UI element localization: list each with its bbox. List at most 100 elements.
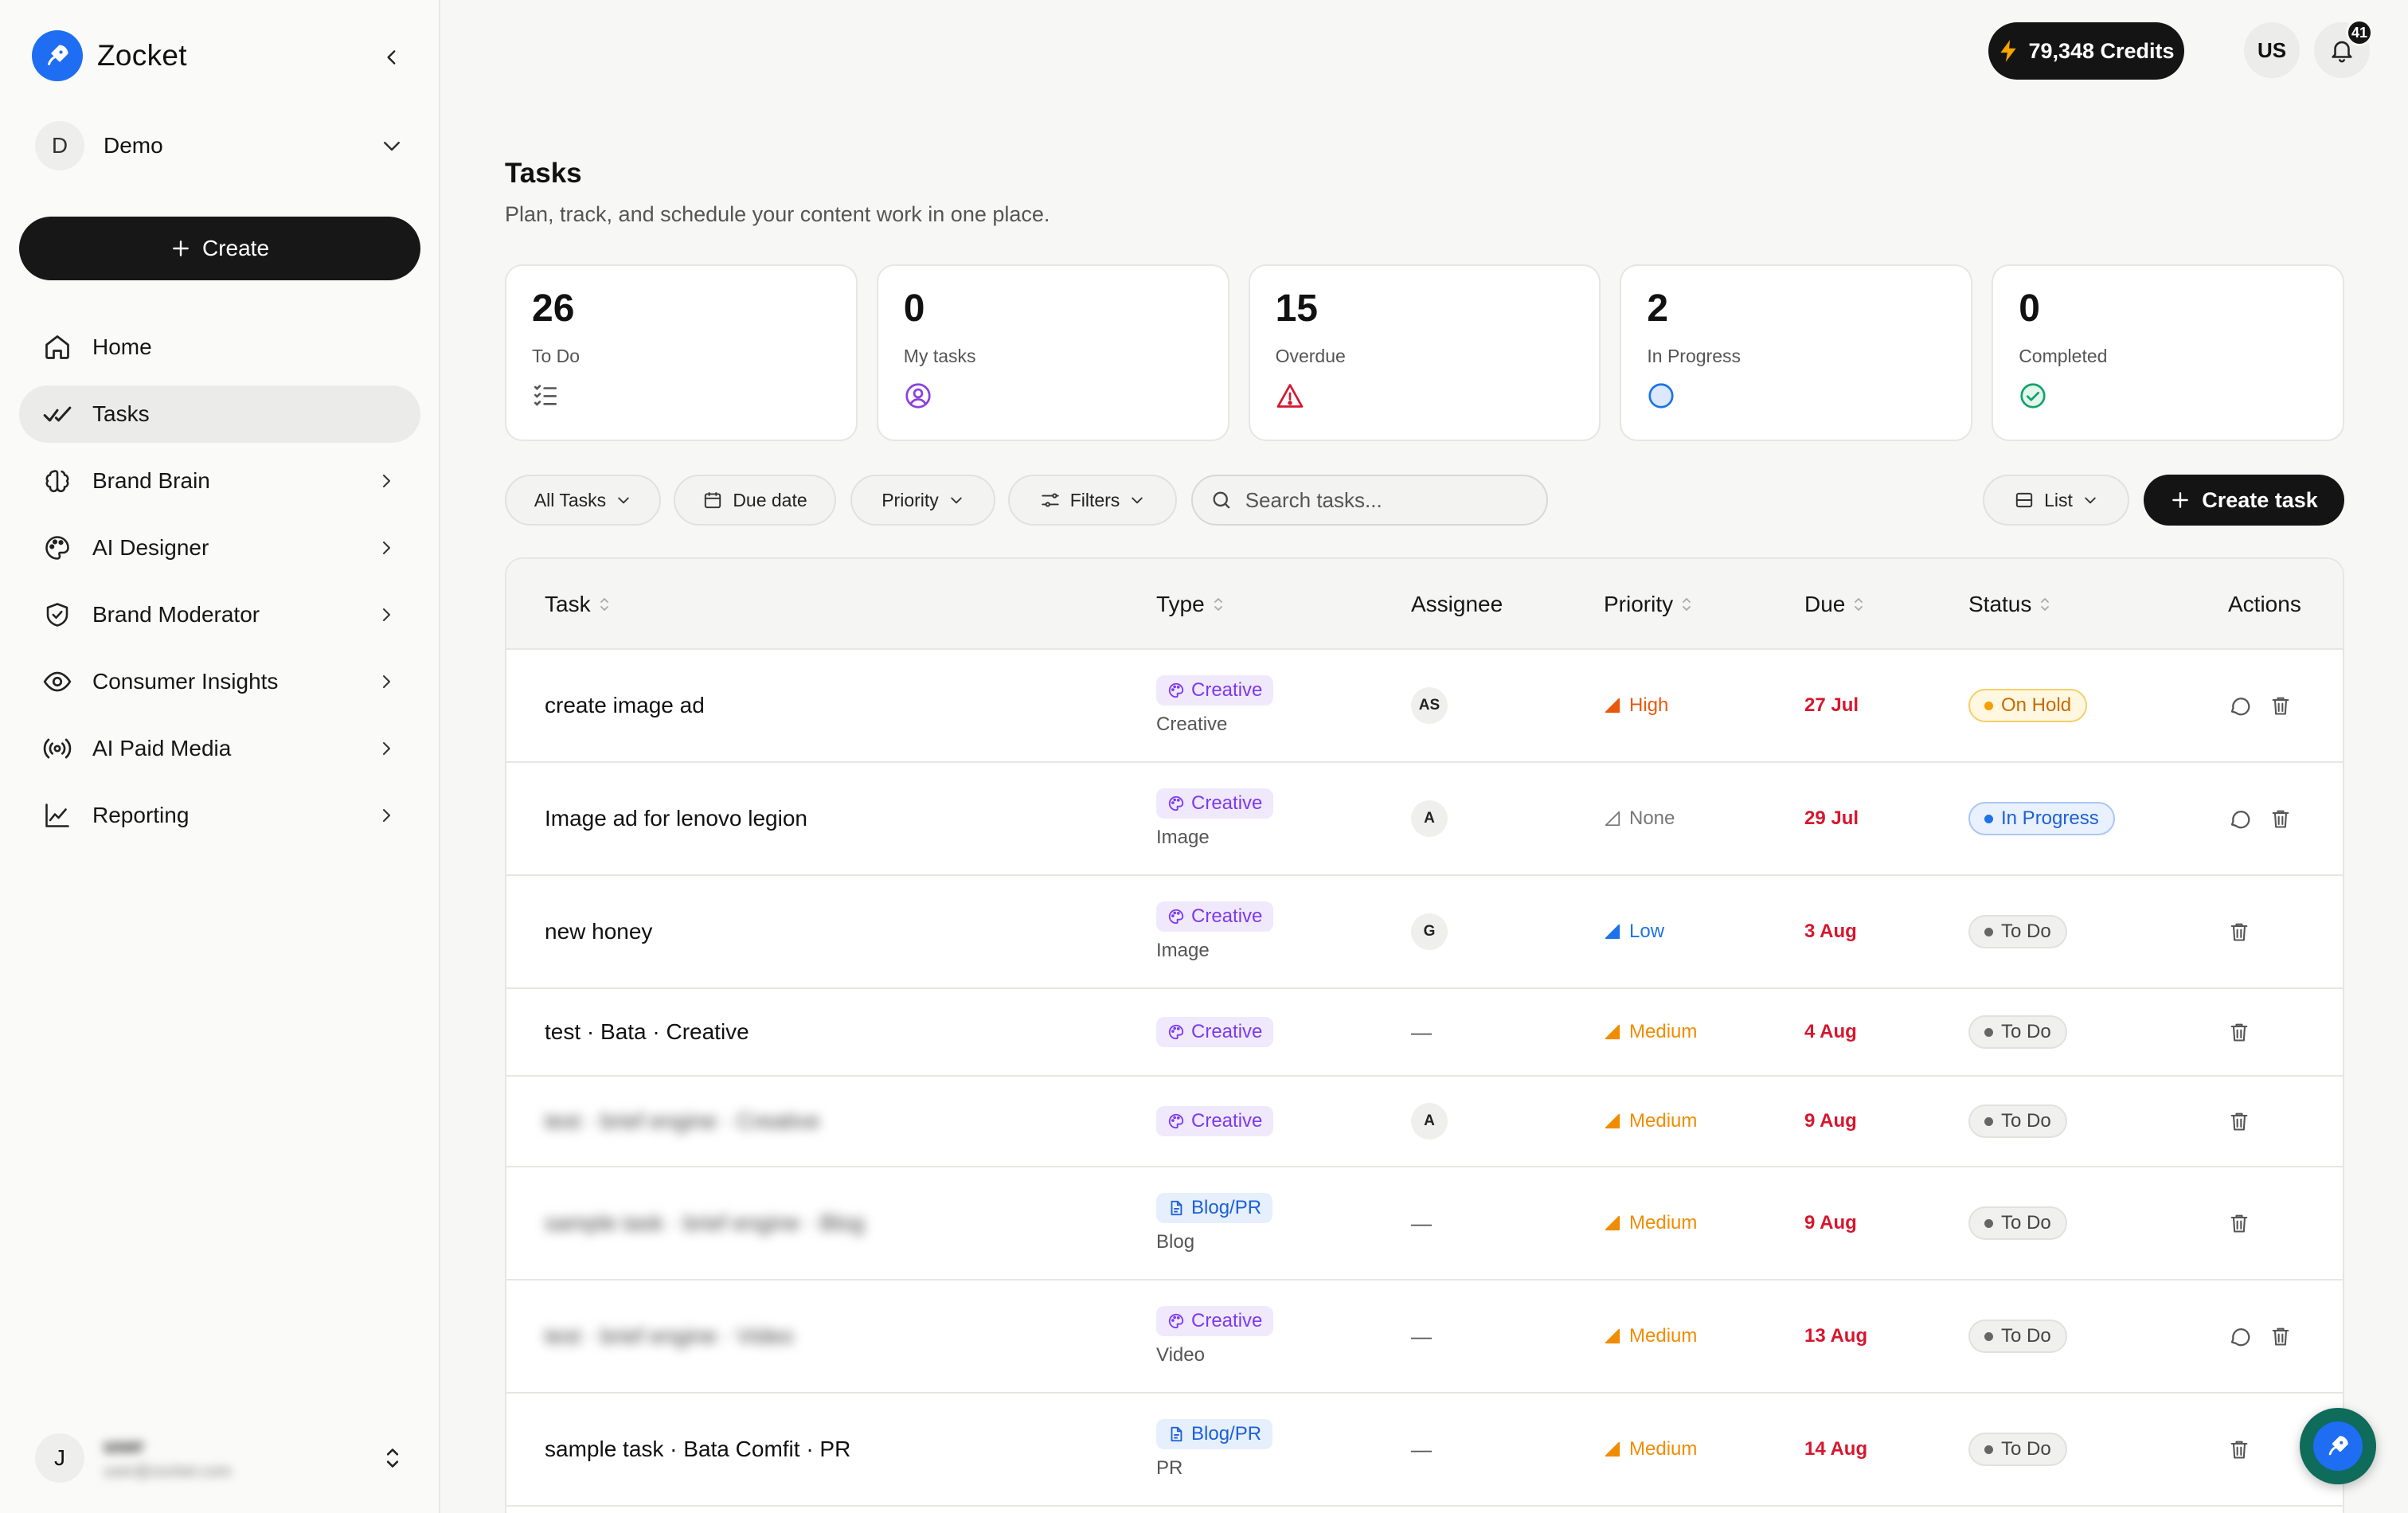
palette-icon (1167, 1023, 1185, 1041)
priority-indicator[interactable]: High (1604, 694, 1668, 717)
sidebar-item-ai-paid-media[interactable]: AI Paid Media (19, 720, 420, 777)
priority-indicator[interactable]: None (1604, 807, 1675, 830)
task-title[interactable]: create image ad (545, 693, 705, 718)
priority-indicator[interactable]: Medium (1604, 1110, 1697, 1132)
assignee-empty: — (1411, 1210, 1432, 1235)
table-row[interactable]: test · Bata · Creative Creative — Medium (506, 989, 2343, 1077)
stat-card-in-progress[interactable]: 2 In Progress (1620, 264, 1973, 441)
create-button[interactable]: Create (19, 217, 420, 280)
column-header-task[interactable]: Task (545, 559, 610, 650)
priority-indicator[interactable]: Medium (1604, 1325, 1697, 1347)
assignee-avatar[interactable]: G (1411, 913, 1448, 950)
stat-card-overdue[interactable]: 15 Overdue (1248, 264, 1601, 441)
due-date-button[interactable]: Due date (674, 475, 836, 526)
notifications-button[interactable]: 41 (2314, 19, 2373, 78)
task-title[interactable]: Image ad for lenovo legion (545, 806, 807, 831)
sidebar-item-brand-brain[interactable]: Brand Brain (19, 452, 420, 510)
sort-icon (1213, 596, 1224, 613)
stat-label: My tasks (903, 346, 976, 366)
status-label: In Progress (2001, 807, 2099, 829)
chevron-right-icon (374, 469, 398, 493)
comment-icon[interactable] (2228, 807, 2252, 831)
assignee-avatar[interactable]: A (1411, 1103, 1448, 1140)
stat-card-todo[interactable]: 26 To Do (505, 264, 858, 441)
task-title[interactable]: test · brief engine · Creative (545, 1108, 820, 1134)
trash-icon[interactable] (2228, 1212, 2250, 1234)
stat-card-my-tasks[interactable]: 0 My tasks (876, 264, 1229, 441)
trash-icon[interactable] (2228, 921, 2250, 943)
status-badge[interactable]: To Do (1968, 915, 2067, 948)
assignee-avatar[interactable]: AS (1411, 687, 1448, 724)
workspace-switcher[interactable]: D Demo (35, 119, 404, 172)
credits-button[interactable]: 79,348 Credits (1988, 22, 2184, 80)
priority-indicator[interactable]: Low (1604, 921, 1664, 943)
assignee-avatar[interactable]: A (1411, 800, 1448, 837)
task-title[interactable]: test · brief engine · Video (545, 1323, 793, 1349)
search-input[interactable] (1245, 487, 1529, 513)
assistant-fab-button[interactable] (2300, 1408, 2376, 1484)
table-row[interactable]: sample task · brief engine · Blog Blog/P… (506, 1167, 2343, 1280)
priority-indicator[interactable]: Medium (1604, 1212, 1697, 1234)
chevron-right-icon (374, 670, 398, 694)
task-title[interactable]: test · Bata · Creative (545, 1019, 749, 1045)
table-row[interactable]: test · brief engine · Video Creative Vid… (506, 1280, 2343, 1394)
column-header-status[interactable]: Status (1968, 559, 2050, 650)
sidebar-item-home[interactable]: Home (19, 319, 420, 376)
type-subtype: Image (1156, 940, 1210, 961)
priority-indicator[interactable]: Medium (1604, 1021, 1697, 1043)
sidebar-item-label: Home (92, 334, 152, 359)
column-header-priority[interactable]: Priority (1604, 559, 1692, 650)
tasks-table: Task Type Assignee Priority Due Status A… (505, 557, 2344, 1513)
table-row[interactable]: new honey Creative Image G Low 3 Aug To … (506, 876, 2343, 989)
task-title[interactable]: new honey (545, 919, 652, 944)
trash-icon[interactable] (2269, 807, 2292, 830)
status-badge[interactable]: To Do (1968, 1433, 2067, 1466)
chevron-right-icon (374, 536, 398, 560)
user-menu[interactable]: J user user@zocket.com (35, 1430, 404, 1486)
page-subtitle: Plan, track, and schedule your content w… (505, 202, 1050, 226)
trash-icon[interactable] (2228, 1110, 2250, 1132)
view-mode-dropdown[interactable]: List (1983, 475, 2129, 526)
task-title[interactable]: sample task · Bata Comfit · PR (545, 1437, 850, 1462)
sidebar-item-ai-designer[interactable]: AI Designer (19, 519, 420, 577)
trash-icon[interactable] (2269, 694, 2292, 717)
status-label: To Do (2001, 1110, 2051, 1132)
sidebar-item-brand-moderator[interactable]: Brand Moderator (19, 586, 420, 643)
palette-icon (41, 532, 73, 564)
status-badge[interactable]: In Progress (1968, 802, 2115, 835)
sidebar-item-consumer-insights[interactable]: Consumer Insights (19, 653, 420, 710)
comment-icon[interactable] (2228, 1324, 2252, 1348)
status-badge[interactable]: To Do (1968, 1319, 2067, 1353)
collapse-sidebar-button[interactable] (374, 40, 409, 75)
column-header-due[interactable]: Due (1804, 559, 1864, 650)
priority-dropdown[interactable]: Priority (850, 475, 995, 526)
column-header-type[interactable]: Type (1156, 559, 1224, 650)
table-row[interactable]: test · brief engine · Creative Creative … (506, 1077, 2343, 1167)
status-badge[interactable]: To Do (1968, 1015, 2067, 1049)
sidebar-item-tasks[interactable]: Tasks (19, 385, 420, 443)
status-badge[interactable]: To Do (1968, 1104, 2067, 1138)
task-title[interactable]: sample task · brief engine · Blog (545, 1210, 865, 1236)
user-avatar-button[interactable]: US (2244, 22, 2300, 78)
all-tasks-dropdown[interactable]: All Tasks (505, 475, 661, 526)
type-label: Creative (1191, 1110, 1263, 1132)
create-task-button[interactable]: Create task (2144, 475, 2344, 526)
status-badge[interactable]: To Do (1968, 1206, 2067, 1240)
sidebar-item-label: AI Paid Media (92, 736, 232, 760)
logo[interactable]: Zocket (32, 30, 187, 81)
table-row[interactable]: sample task · Bata Comfit · PR Blog/PR P… (506, 1394, 2343, 1507)
notification-count-badge: 41 (2346, 19, 2373, 46)
comment-icon[interactable] (2228, 694, 2252, 717)
stat-card-completed[interactable]: 0 Completed (1992, 264, 2344, 441)
filters-dropdown[interactable]: Filters (1008, 475, 1177, 526)
status-badge[interactable]: On Hold (1968, 689, 2088, 722)
table-row[interactable]: create image ad Creative Creative AS Hig… (506, 650, 2343, 763)
trash-icon[interactable] (2269, 1325, 2292, 1347)
trash-icon[interactable] (2228, 1438, 2250, 1460)
priority-indicator[interactable]: Medium (1604, 1438, 1697, 1460)
search-box[interactable] (1191, 475, 1548, 526)
trash-icon[interactable] (2228, 1021, 2250, 1043)
table-row[interactable]: Image ad for lenovo legion Creative Imag… (506, 763, 2343, 876)
sidebar-item-reporting[interactable]: Reporting (19, 787, 420, 844)
progress-circle-icon (1647, 381, 1675, 410)
